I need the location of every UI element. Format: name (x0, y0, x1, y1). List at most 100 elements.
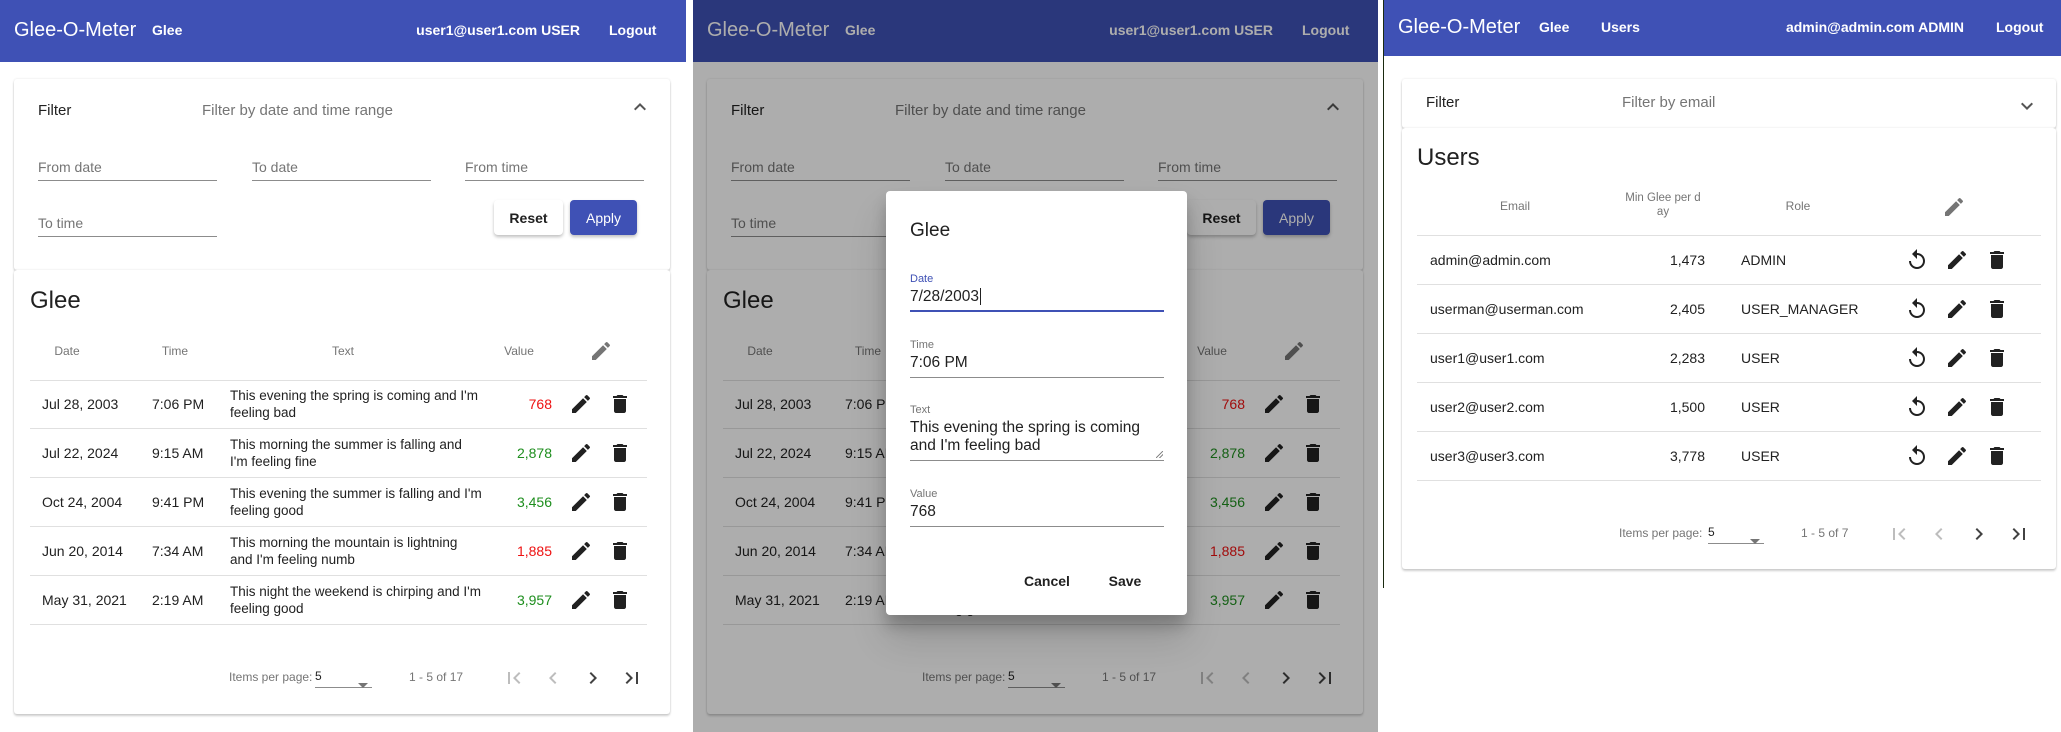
row-divider (1417, 382, 2041, 383)
row-divider (1417, 333, 2041, 334)
edit-icon[interactable] (1945, 444, 1969, 468)
first-page-icon[interactable] (502, 666, 526, 690)
chevron-up-icon[interactable] (628, 95, 652, 119)
cell-min-glee: 2,405 (1669, 301, 1705, 317)
cell-value: 3,957 (516, 592, 552, 608)
table-title: Glee (30, 287, 81, 314)
prev-page-icon[interactable] (1927, 522, 1951, 546)
column-header-date: Date (54, 344, 80, 358)
row-divider (1417, 284, 2041, 285)
filter-title[interactable]: Filter (38, 102, 71, 119)
filter-field-to-date[interactable]: To date (252, 159, 431, 181)
cancel-button[interactable]: Cancel (1011, 563, 1083, 599)
delete-icon[interactable] (608, 490, 632, 514)
chevron-down-icon[interactable] (2015, 94, 2039, 118)
filter-field-to-time[interactable]: To time (38, 215, 217, 237)
reset-icon[interactable] (1905, 444, 1929, 468)
save-button[interactable]: Save (1092, 563, 1158, 599)
textarea-resize-handle[interactable] (1156, 451, 1163, 458)
edit-all-icon[interactable] (1942, 195, 1966, 219)
field-placeholder: To date (252, 159, 298, 175)
row-divider (1417, 480, 2041, 481)
delete-icon[interactable] (1985, 297, 2009, 321)
edit-icon[interactable] (569, 490, 593, 514)
logout-link[interactable]: Logout (1996, 19, 2043, 35)
delete-icon[interactable] (608, 588, 632, 612)
column-header-role: Role (1785, 199, 1811, 213)
apply-button[interactable]: Apply (570, 200, 637, 235)
column-header-text: Text (331, 344, 355, 358)
reset-icon[interactable] (1905, 346, 1929, 370)
cell-min-glee: 2,283 (1669, 350, 1705, 366)
filter-panel: Filter Filter by email (1402, 79, 2056, 128)
app-title: Glee-O-Meter (14, 19, 137, 41)
text-field-label: Text (910, 404, 931, 416)
time-field-value: 7:06 PM (910, 354, 968, 371)
edit-icon[interactable] (569, 588, 593, 612)
cell-text: This morning the mountain is lightning a… (230, 535, 458, 567)
field-placeholder: To time (38, 215, 84, 231)
value-field-input[interactable]: 768 (910, 503, 1164, 527)
field-placeholder: From time (465, 159, 528, 175)
edit-icon[interactable] (1945, 395, 1969, 419)
page-size-select[interactable]: 5 (315, 668, 372, 688)
cell-email: admin@admin.com (1430, 252, 1551, 268)
delete-icon[interactable] (1985, 248, 2009, 272)
delete-icon[interactable] (1985, 346, 2009, 370)
admin-users-screen: Glee-O-Meter Glee Users admin@admin.com ADM… (1383, 0, 2061, 588)
row-divider (30, 428, 647, 429)
row-divider (30, 624, 647, 625)
cell-role: USER (1741, 399, 1780, 415)
next-page-icon[interactable] (581, 666, 605, 690)
delete-icon[interactable] (608, 441, 632, 465)
edit-icon[interactable] (1945, 297, 1969, 321)
logout-link[interactable]: Logout (609, 22, 656, 38)
page-size-select[interactable]: 5 (1708, 524, 1764, 544)
first-page-icon[interactable] (1887, 522, 1911, 546)
date-field-input[interactable]: 7/28/2003 (910, 288, 1164, 312)
reset-icon[interactable] (1905, 297, 1929, 321)
next-page-icon[interactable] (1967, 522, 1991, 546)
edit-icon[interactable] (1945, 346, 1969, 370)
time-field-input[interactable]: 7:06 PM (910, 354, 1164, 378)
last-page-icon[interactable] (620, 666, 644, 690)
row-divider (30, 526, 647, 527)
cell-time: 9:41 PM (152, 494, 205, 510)
reset-icon[interactable] (1905, 395, 1929, 419)
cell-email: user1@user1.com (1430, 350, 1545, 366)
cell-date: Oct 24, 2004 (42, 494, 123, 510)
reset-icon[interactable] (1905, 248, 1929, 272)
filter-panel: Filter Filter by date and time range From … (14, 79, 670, 270)
text-field-input[interactable]: This evening the spring is coming and I'… (910, 419, 1164, 461)
reset-button[interactable]: Reset (494, 200, 563, 235)
dropdown-arrow-icon (358, 675, 368, 693)
edit-icon[interactable] (569, 539, 593, 563)
delete-icon[interactable] (1985, 395, 2009, 419)
nav-link-users[interactable]: Users (1601, 19, 1640, 35)
delete-icon[interactable] (608, 539, 632, 563)
text-field-value: This evening the spring is coming and I'… (910, 419, 1141, 454)
users-table-card: Users Email Min Glee per d ay Role admin@adm… (1402, 128, 2056, 569)
cell-date: May 31, 2021 (42, 592, 127, 608)
delete-icon[interactable] (608, 392, 632, 416)
edit-icon[interactable] (1945, 248, 1969, 272)
prev-page-icon[interactable] (541, 666, 565, 690)
cell-min-glee: 3,778 (1669, 448, 1705, 464)
cell-time: 7:06 PM (152, 396, 205, 412)
nav-link-glee[interactable]: Glee (1539, 19, 1569, 35)
edit-icon[interactable] (569, 441, 593, 465)
edit-icon[interactable] (569, 392, 593, 416)
user-glee-screen: Glee-O-Meter Glee user1@user1.com USER Logo… (0, 0, 686, 732)
filter-field-from-date[interactable]: From date (38, 159, 217, 181)
cell-text: This night the weekend is chirping and I… (230, 584, 481, 616)
last-page-icon[interactable] (2007, 522, 2031, 546)
cell-role: ADMIN (1741, 252, 1787, 268)
header-divider (1417, 235, 2041, 236)
filter-field-from-time[interactable]: From time (465, 159, 644, 181)
filter-description: Filter by date and time range (202, 102, 393, 119)
delete-icon[interactable] (1985, 444, 2009, 468)
filter-title[interactable]: Filter (1426, 94, 1459, 111)
edit-all-icon[interactable] (589, 339, 613, 363)
nav-link-glee[interactable]: Glee (152, 22, 182, 38)
cell-email: userman@userman.com (1430, 301, 1584, 317)
